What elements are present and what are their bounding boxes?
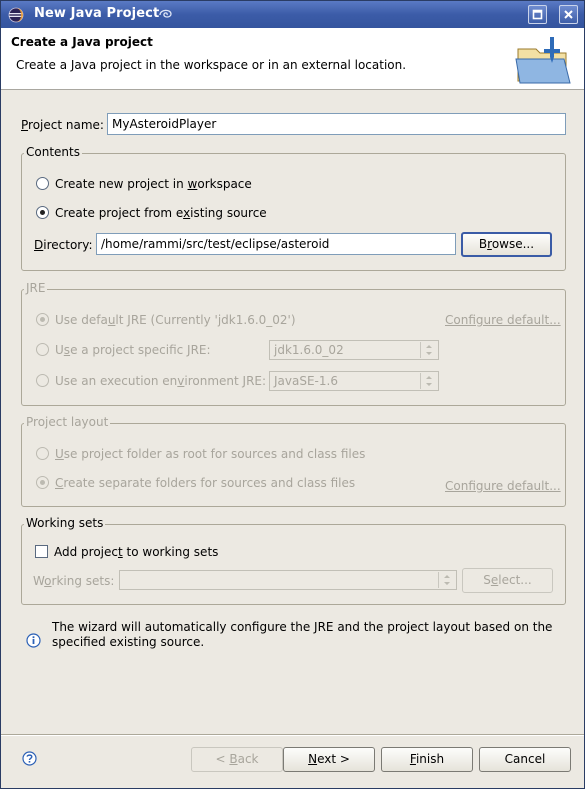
title-bar[interactable]: New Java Project (1, 1, 584, 28)
create-from-existing-radio[interactable] (36, 206, 49, 219)
spinner-icon (420, 342, 437, 358)
wizard-title: Create a Java project (11, 35, 153, 49)
swirl-icon (159, 9, 172, 18)
project-name-label: Project name: (21, 118, 104, 132)
eclipse-icon (8, 7, 24, 23)
specific-jre-label: Use a project specific JRE: (55, 343, 211, 357)
wizard-description: Create a Java project in the workspace o… (16, 58, 407, 72)
specific-jre-radio[interactable] (36, 343, 49, 356)
folder-as-root-label: Use project folder as root for sources a… (55, 447, 366, 461)
working-sets-group-title: Working sets (24, 516, 106, 530)
window-title: New Java Project (34, 6, 160, 21)
separate-folders-label: Create separate folders for sources and … (55, 476, 356, 490)
working-sets-label: Working sets: (33, 574, 115, 588)
wizard-header: Create a Java project Create a Java proj… (1, 28, 584, 90)
maximize-button[interactable] (528, 5, 547, 24)
info-icon (26, 633, 41, 648)
env-jre-label: Use an execution environment JRE: (55, 374, 267, 388)
specific-jre-combo[interactable]: jdk1.6.0_02 (269, 340, 439, 360)
folder-as-root-radio[interactable] (36, 447, 49, 460)
layout-configure-default-link[interactable]: Configure default... (445, 479, 561, 493)
finish-button[interactable]: Finish (381, 747, 473, 772)
info-text-line2: specified existing source. (52, 635, 205, 649)
working-sets-combo[interactable] (119, 570, 457, 590)
contents-group-title: Contents (24, 145, 82, 159)
project-layout-group-title: Project layout (24, 415, 111, 429)
cancel-button[interactable]: Cancel (479, 747, 571, 772)
directory-field[interactable]: /home/rammi/src/test/eclipse/asteroid (96, 233, 456, 255)
next-button[interactable]: Next > (283, 747, 375, 772)
footer-separator-highlight (1, 735, 584, 736)
env-jre-combo[interactable]: JavaSE-1.6 (269, 371, 439, 391)
help-icon[interactable] (22, 751, 37, 766)
maximize-icon (532, 9, 543, 20)
create-in-workspace-label: Create new project in workspace (55, 177, 252, 191)
create-in-workspace-radio[interactable] (36, 177, 49, 190)
env-jre-value: JavaSE-1.6 (274, 374, 338, 388)
spinner-icon (438, 572, 455, 588)
browse-button[interactable]: Browse... (461, 232, 552, 257)
project-name-field[interactable]: MyAsteroidPlayer (107, 113, 566, 135)
close-button[interactable] (559, 5, 578, 24)
java-project-folder-icon (515, 37, 571, 84)
select-working-sets-button[interactable]: Select... (462, 568, 553, 593)
env-jre-radio[interactable] (36, 374, 49, 387)
create-from-existing-label: Create project from existing source (55, 206, 267, 220)
spinner-icon (420, 373, 437, 389)
separate-folders-radio[interactable] (36, 476, 49, 489)
jre-configure-default-link[interactable]: Configure default... (445, 313, 561, 327)
new-java-project-dialog: New Java Project Create a Java project C… (0, 0, 585, 789)
close-icon (564, 10, 573, 19)
project-layout-group (21, 423, 566, 507)
jre-group-title: JRE (24, 281, 48, 295)
specific-jre-value: jdk1.6.0_02 (274, 343, 344, 357)
default-jre-label: Use default JRE (Currently 'jdk1.6.0_02'… (55, 313, 296, 327)
default-jre-radio[interactable] (36, 313, 49, 326)
info-text-line1: The wizard will automatically configure … (52, 620, 553, 634)
add-to-working-sets-checkbox[interactable] (35, 545, 48, 558)
back-button[interactable]: < Back (191, 747, 283, 772)
directory-label: Directory: (34, 238, 93, 252)
add-to-working-sets-label: Add project to working sets (54, 545, 219, 559)
